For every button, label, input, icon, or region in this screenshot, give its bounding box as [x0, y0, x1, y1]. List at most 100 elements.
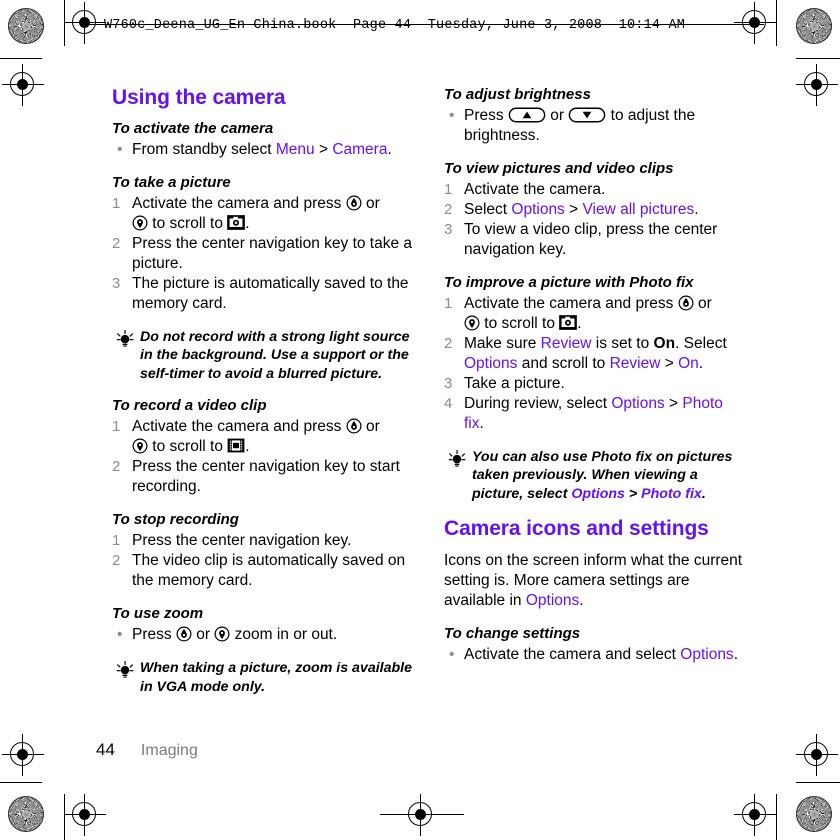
period: .	[701, 485, 706, 502]
tip-note-zoom-vga: When taking a picture, zoom is available…	[112, 659, 414, 696]
text: Press the center navigation key to start…	[132, 458, 400, 496]
nav-key-down-icon	[214, 626, 230, 642]
text: Press the center navigation key.	[132, 532, 352, 550]
camera-link[interactable]: Camera	[332, 141, 387, 158]
heading-to-stop-recording: To stop recording	[112, 511, 239, 529]
heading-to-take-a-picture: To take a picture	[112, 174, 231, 192]
review-link[interactable]: Review	[610, 355, 661, 372]
manual-page: Using the camera To activate the camera …	[0, 0, 840, 840]
options-link[interactable]: Options	[526, 592, 579, 609]
nav-key-up-icon	[346, 418, 362, 434]
bullet-marker: •	[449, 646, 455, 664]
list-item: 2 Select Options > View all pictures.	[444, 200, 746, 220]
options-link[interactable]: Options	[571, 486, 625, 502]
list-item: 1 Activate the camera and press or to scr…	[444, 294, 746, 334]
step-number: 2	[444, 200, 453, 218]
nav-key-up-icon	[346, 195, 362, 211]
right-column: To adjust brightness • Press or to adjust…	[444, 86, 746, 665]
intro-paragraph: Icons on the screen inform what the curr…	[444, 551, 746, 611]
text: .	[245, 438, 250, 456]
nav-key-up-icon	[176, 626, 192, 642]
video-mode-icon	[227, 438, 245, 453]
options-link[interactable]: Options	[511, 201, 564, 218]
menu-link[interactable]: Menu	[276, 141, 315, 158]
text: The picture is automatically saved to th…	[132, 275, 409, 312]
photo-fix-link[interactable]: Photo fix	[641, 486, 702, 502]
on-value: On	[653, 334, 676, 352]
list-item: 4 During review, select Options > Photo f…	[444, 394, 746, 434]
list-item: 2 The video clip is automatically saved o…	[112, 551, 414, 591]
review-link[interactable]: Review	[541, 335, 592, 352]
text: .	[245, 215, 250, 233]
list-item: • Press or zoom in or out.	[112, 625, 414, 645]
tip-note-photo-fix: You can also use Photo fix on pictures t…	[444, 448, 746, 503]
tip-text: When taking a picture, zoom is available…	[140, 660, 412, 695]
text: to scroll to	[148, 215, 228, 233]
step-number: 2	[112, 458, 121, 476]
list-activate-camera: • From standby select Menu > Camera.	[112, 140, 414, 160]
text: Press the center navigation key to take …	[132, 235, 413, 273]
text: or	[361, 195, 380, 213]
text: or	[361, 418, 380, 436]
chapter-name: Imaging	[140, 742, 198, 759]
step-number: 2	[112, 552, 121, 570]
text: The video clip is automatically saved on…	[132, 552, 406, 590]
text: or	[545, 107, 569, 124]
page-title: Using the camera	[112, 86, 286, 109]
step-number: 1	[444, 294, 453, 312]
text: Icons on the screen inform what the curr…	[444, 552, 743, 610]
view-all-pictures-link[interactable]: View all pictures	[582, 201, 694, 218]
tip-lightbulb-icon	[116, 661, 134, 678]
heading-to-activate-the-camera: To activate the camera	[112, 120, 274, 138]
period: .	[694, 200, 699, 218]
on-link[interactable]: On	[678, 355, 699, 372]
period: .	[387, 141, 392, 159]
heading-to-view-pictures-and-video-clips: To view pictures and video clips	[444, 159, 674, 177]
separator: >	[314, 141, 333, 159]
page-number: 44	[96, 740, 115, 759]
list-use-zoom: • Press or zoom in or out.	[112, 625, 414, 645]
text: to scroll to	[148, 438, 228, 456]
options-link[interactable]: Options	[611, 395, 664, 412]
options-link[interactable]: Options	[680, 646, 733, 663]
list-item: 2 Press the center navigation key to star…	[112, 457, 414, 497]
bullet-marker: •	[117, 626, 123, 644]
text: . Select	[675, 334, 727, 352]
step-number: 4	[444, 394, 453, 412]
list-item: 1 Activate the camera.	[444, 180, 746, 200]
text: Activate the camera and press	[464, 294, 678, 312]
text: Press	[464, 107, 508, 124]
nav-key-down-icon	[132, 215, 148, 231]
brightness-up-button-icon	[508, 107, 546, 123]
heading-to-improve-a-picture-with-photo-fix: To improve a picture with Photo fix	[444, 273, 694, 291]
period: .	[733, 646, 738, 664]
text: zoom in or out.	[230, 626, 338, 644]
text: Make sure	[464, 334, 541, 352]
text: During review, select	[464, 394, 612, 412]
camera-mode-icon	[227, 215, 246, 230]
tip-note-light-source: Do not record with a strong light source…	[112, 328, 414, 383]
list-item: • From standby select Menu > Camera.	[112, 140, 414, 160]
options-link[interactable]: Options	[464, 355, 517, 372]
separator: >	[660, 354, 679, 372]
list-item: 1 Press the center navigation key.	[112, 531, 414, 551]
step-number: 3	[444, 374, 453, 392]
tip-lightbulb-icon	[116, 330, 134, 347]
bullet-marker: •	[449, 107, 455, 124]
heading-to-use-zoom: To use zoom	[112, 605, 204, 623]
list-stop-recording: 1 Press the center navigation key. 2 The v…	[112, 531, 414, 591]
list-item: 1 Activate the camera and press or to scr…	[112, 194, 414, 234]
text: Take a picture.	[464, 374, 565, 392]
text: Activate the camera.	[464, 180, 606, 198]
separator: >	[624, 485, 642, 502]
list-item: • Activate the camera and select Options.	[444, 645, 746, 665]
text: Activate the camera and press	[132, 195, 346, 213]
brightness-down-button-icon	[569, 107, 606, 123]
period: .	[479, 414, 484, 432]
text: From standby select	[132, 141, 276, 159]
list-item: 3 The picture is automatically saved to t…	[112, 274, 414, 314]
heading-to-adjust-brightness: To adjust brightness	[444, 86, 591, 103]
list-adjust-brightness: • Press or to adjust the brightness.	[444, 106, 746, 146]
period: .	[579, 592, 584, 610]
text: or	[693, 294, 712, 312]
